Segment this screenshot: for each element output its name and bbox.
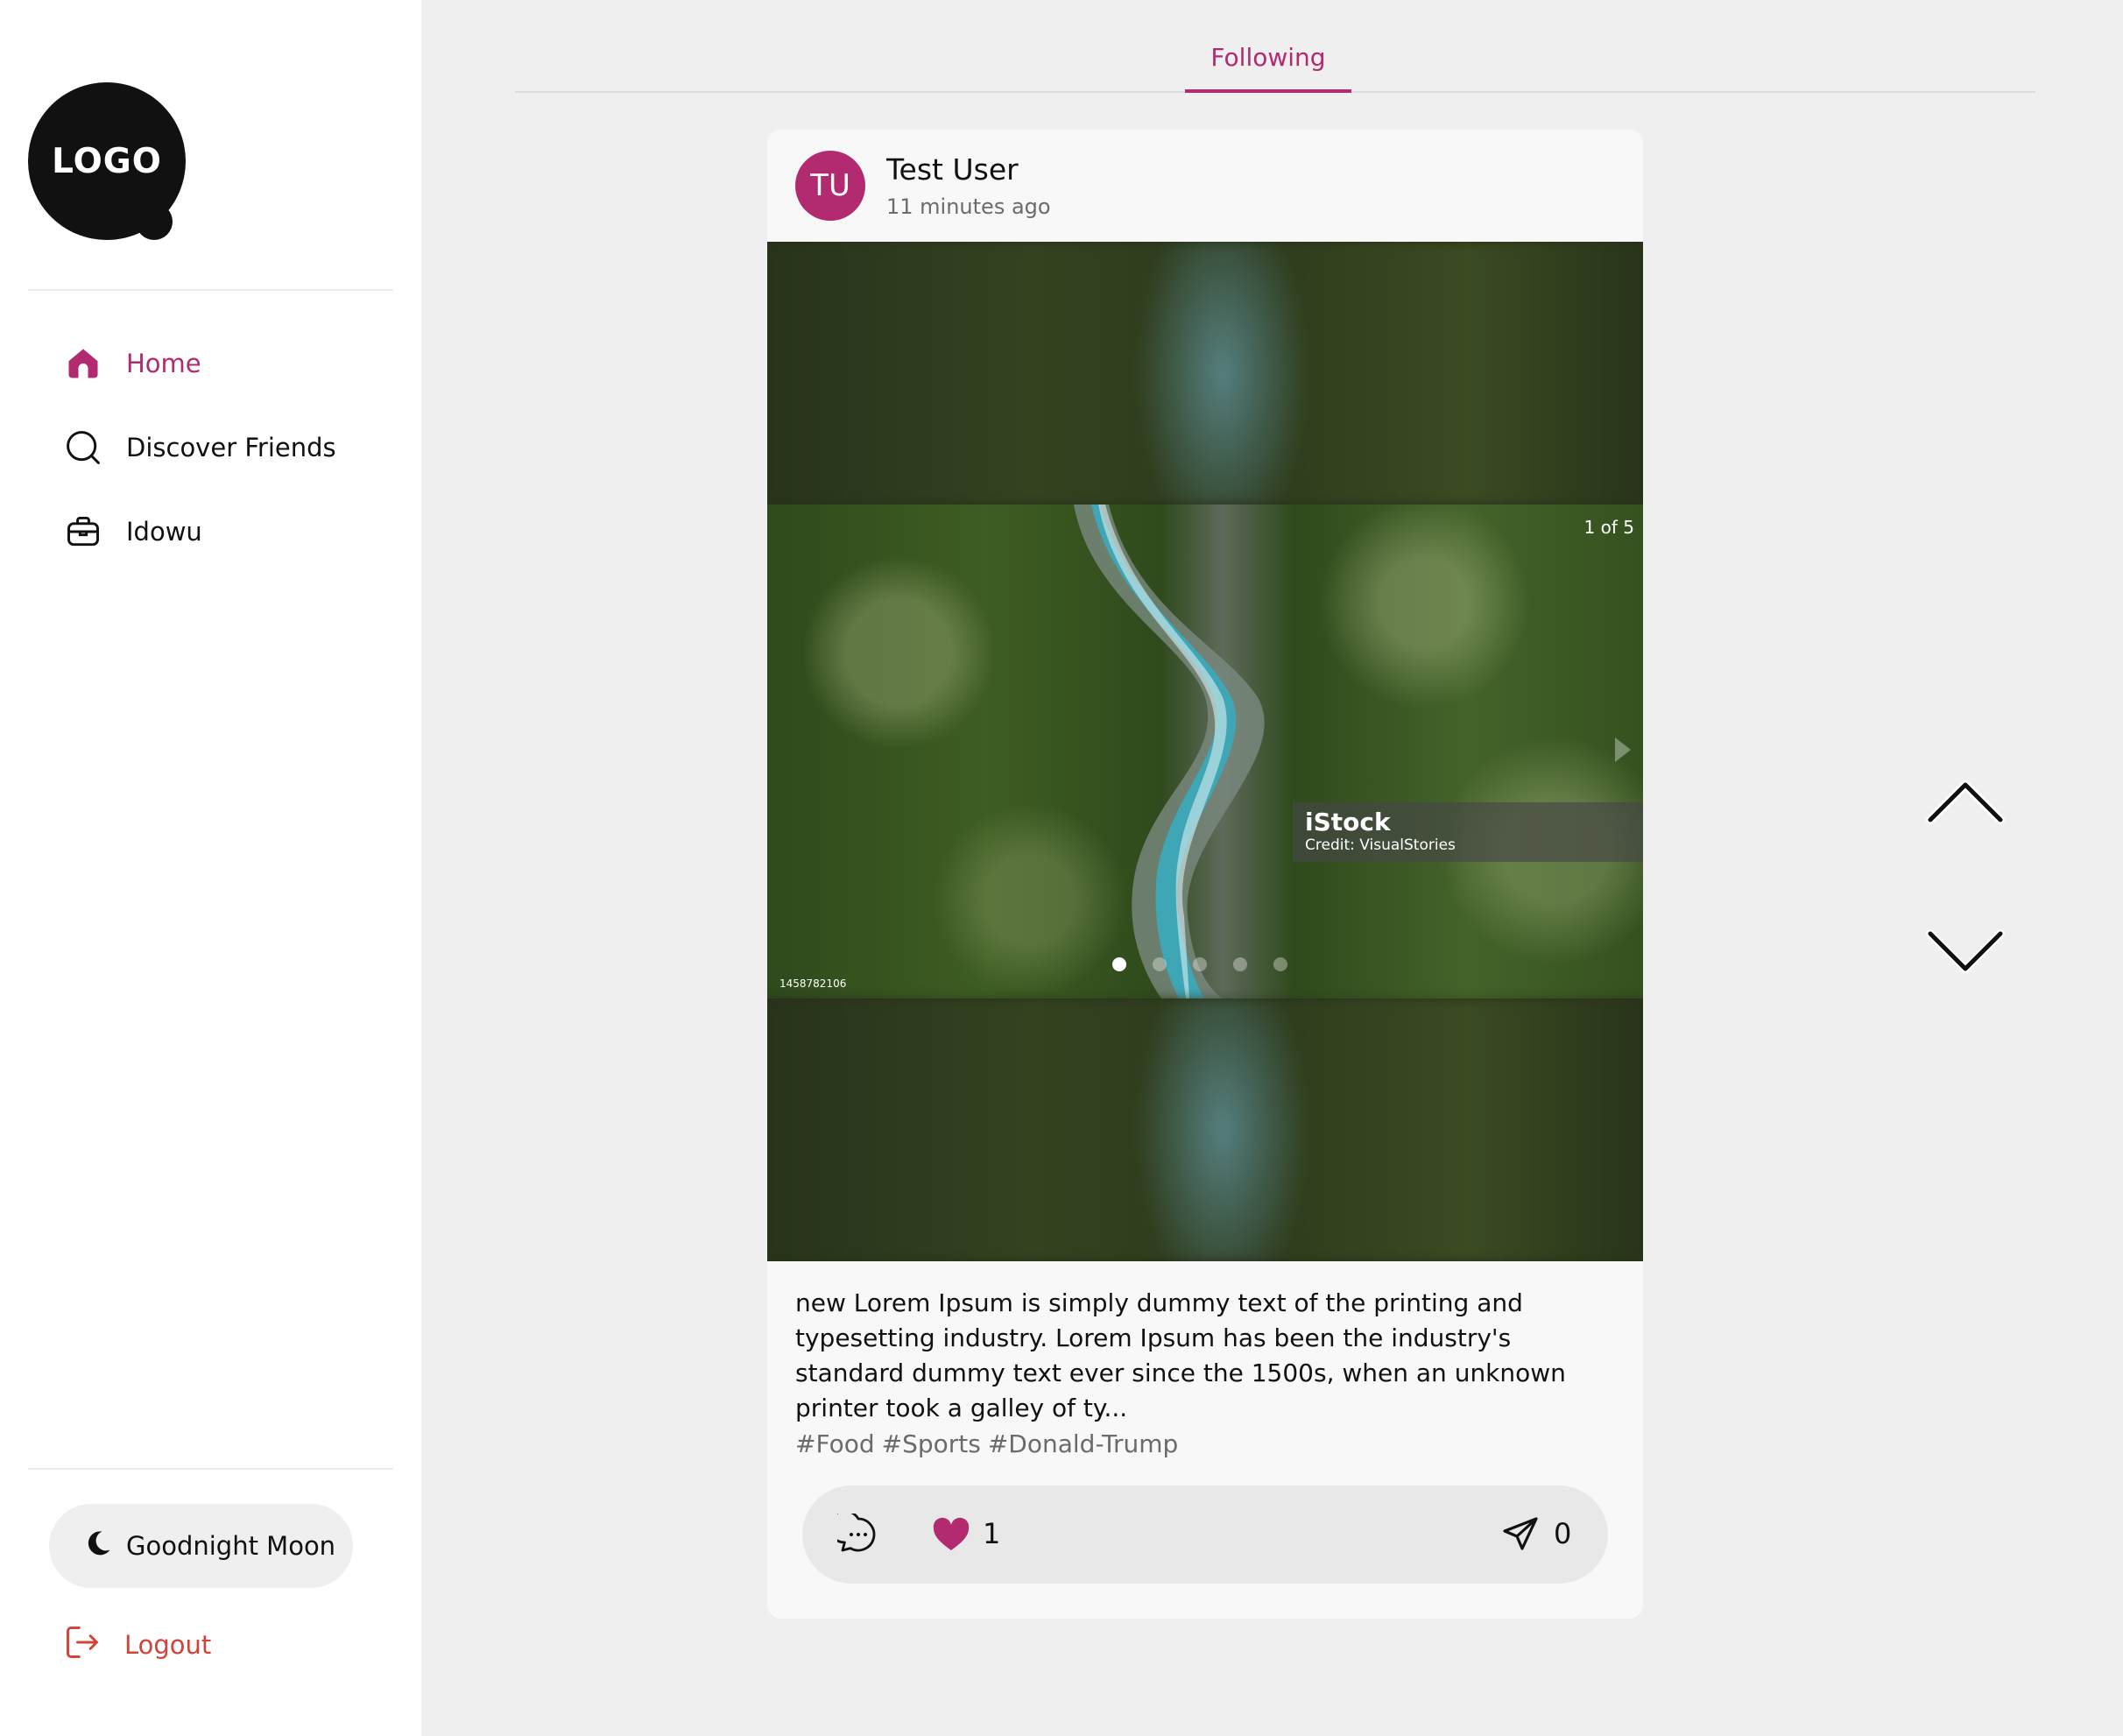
image-id: 1458782106: [779, 977, 847, 990]
scroll-down-button[interactable]: [1923, 920, 2007, 983]
logout-label: Logout: [124, 1630, 212, 1660]
avatar-initials: TU: [810, 168, 850, 203]
post-author-name[interactable]: Test User: [886, 152, 1019, 187]
tab-following[interactable]: Following: [1185, 25, 1351, 93]
scroll-up-button[interactable]: [1923, 771, 2007, 834]
sidebar-item-label: Discover Friends: [126, 433, 336, 462]
theme-toggle-button[interactable]: Goodnight Moon: [49, 1504, 353, 1588]
logo-dot: [136, 203, 173, 240]
send-icon[interactable]: [1499, 1514, 1541, 1556]
post-actions-bar: 1 0: [802, 1485, 1608, 1584]
watermark-logo: iStock: [1305, 808, 1391, 836]
briefcase-icon: [63, 512, 103, 552]
slide-dot[interactable]: [1193, 957, 1207, 971]
chevron-down-icon: [1923, 929, 2007, 986]
sidebar-item-discover-friends[interactable]: Discover Friends: [63, 421, 396, 474]
sidebar-item-label: Idowu: [126, 517, 202, 547]
tab-label: Following: [1210, 42, 1326, 72]
next-slide-arrow-icon[interactable]: [1610, 732, 1636, 767]
moon-icon: [82, 1528, 114, 1565]
logo-text: LOGO: [52, 141, 162, 181]
theme-toggle-label: Goodnight Moon: [126, 1531, 336, 1561]
chevron-up-icon: [1923, 780, 2007, 837]
post-hashtags: #Food #Sports #Donald-Trump: [795, 1429, 1185, 1458]
river-illustration: [1074, 505, 1265, 999]
logout-button[interactable]: Logout: [63, 1619, 211, 1671]
slide-dot[interactable]: [1233, 957, 1247, 971]
hashtag-link[interactable]: #Donald-Trump: [988, 1429, 1178, 1458]
avatar[interactable]: TU: [795, 151, 865, 221]
sidebar-item-label: Home: [126, 349, 201, 378]
sidebar-item-home[interactable]: Home: [63, 337, 396, 390]
media-blur-backdrop-bottom: [767, 999, 1643, 1261]
slide-counter: 1 of 5: [1583, 517, 1634, 538]
heart-icon[interactable]: [930, 1514, 972, 1556]
post-media[interactable]: 1 of 5 iStock Credit: VisualStories 1458…: [767, 242, 1643, 1261]
image-watermark: iStock Credit: VisualStories: [1293, 802, 1643, 862]
post-caption: new Lorem Ipsum is simply dummy text of …: [795, 1288, 1566, 1422]
slide-dots: [1112, 956, 1287, 973]
media-blur-backdrop-top: [767, 242, 1643, 505]
like-count: 1: [983, 1517, 1001, 1550]
hashtag-link[interactable]: #Sports: [882, 1429, 981, 1458]
sidebar-item-idowu[interactable]: Idowu: [63, 505, 396, 558]
slide-dot[interactable]: [1112, 957, 1126, 971]
watermark-credit: Credit: VisualStories: [1305, 836, 1456, 854]
sidebar-divider: [28, 289, 393, 291]
logout-icon: [63, 1623, 102, 1668]
sidebar-divider-bottom: [28, 1468, 393, 1470]
post-timestamp: 11 minutes ago: [886, 194, 1051, 219]
search-icon: [63, 427, 103, 468]
share-count: 0: [1554, 1517, 1572, 1550]
comment-icon[interactable]: [828, 1509, 879, 1556]
slide-dot[interactable]: [1273, 957, 1287, 971]
slide-dot[interactable]: [1153, 957, 1167, 971]
home-icon: [63, 343, 103, 384]
hashtag-link[interactable]: #Food: [795, 1429, 875, 1458]
sidebar: LOGO Home Discover Friends Idowu Goodnig…: [0, 0, 421, 1736]
post-card: TU Test User 11 minutes ago 1 of 5 iStoc…: [767, 130, 1643, 1619]
